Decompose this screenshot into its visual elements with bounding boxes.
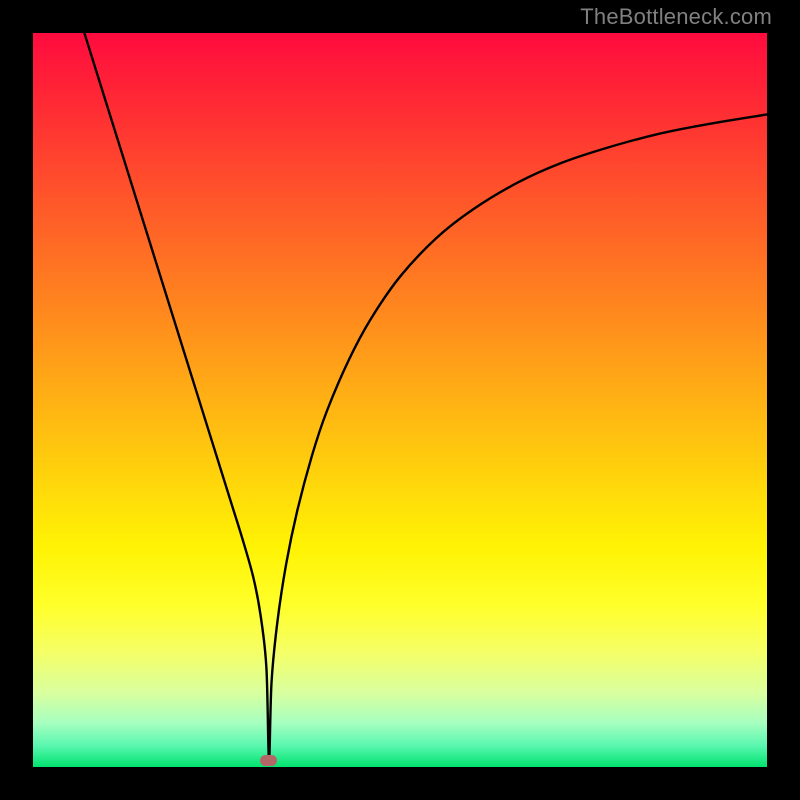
watermark-text: TheBottleneck.com	[580, 4, 772, 30]
plot-background	[33, 33, 767, 767]
chart-frame: TheBottleneck.com	[0, 0, 800, 800]
optimal-point-marker	[260, 755, 277, 766]
bottleneck-chart	[0, 0, 800, 800]
